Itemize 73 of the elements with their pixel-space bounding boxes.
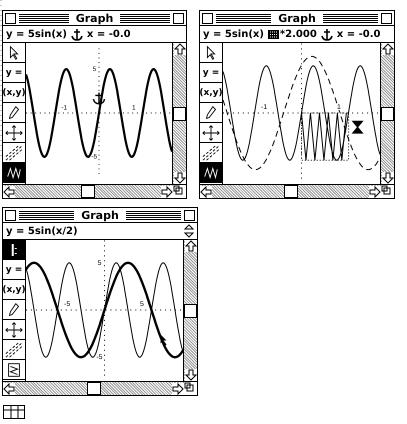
left-arrow-icon[interactable]: [200, 186, 212, 198]
close-box[interactable]: [5, 12, 16, 24]
tool-button[interactable]: [200, 103, 222, 123]
tool-button[interactable]: [3, 123, 25, 143]
coordinate-readout: x = -0.0: [86, 28, 131, 40]
move-axes-icon: [3, 124, 25, 142]
close-box[interactable]: [5, 210, 16, 220]
tool-button[interactable]: [3, 340, 25, 360]
up-arrow-icon[interactable]: [382, 43, 394, 55]
scale-readout: *2.000: [280, 28, 317, 40]
cursor-icon: [10, 242, 18, 256]
tool-button[interactable]: [200, 43, 222, 63]
tool-button[interactable]: [3, 360, 25, 380]
move-axes-icon: [3, 320, 25, 338]
scroll-thumb[interactable]: [381, 106, 394, 120]
formula-text: y = 5sin(x): [203, 28, 264, 40]
scroll-thumb[interactable]: [86, 382, 100, 395]
scroll-thumb[interactable]: [184, 304, 197, 318]
title-stripes: [120, 14, 170, 22]
pointer-icon: [160, 334, 167, 346]
tool-button[interactable]: [200, 123, 222, 143]
title-stripes: [19, 14, 69, 22]
coordinate-readout: x = -0.0: [336, 28, 380, 40]
zoom-box[interactable]: [381, 12, 392, 24]
zoom-box[interactable]: [184, 210, 195, 220]
tool-button[interactable]: [3, 163, 25, 183]
window-title: Graph: [74, 12, 114, 24]
tool-button[interactable]: [3, 300, 25, 320]
vertical-scrollbar[interactable]: [380, 43, 394, 184]
up-arrow-icon[interactable]: [174, 43, 186, 55]
title-stripes: [19, 210, 74, 220]
window-title: Graph: [277, 12, 317, 24]
move-axes-icon: [200, 124, 222, 142]
zoom-lines-icon: [3, 340, 25, 358]
down-arrow-icon[interactable]: [382, 172, 394, 184]
tool-button[interactable]: [3, 320, 25, 340]
title-stripes: [126, 210, 181, 220]
down-arrow-icon[interactable]: [184, 369, 196, 381]
tool-button[interactable]: [3, 143, 25, 163]
left-arrow-icon[interactable]: [3, 186, 15, 198]
right-arrow-icon[interactable]: [369, 186, 381, 198]
tool-button[interactable]: [3, 43, 25, 63]
scroll-thumb[interactable]: [81, 185, 95, 198]
vertical-scrollbar[interactable]: [183, 240, 197, 381]
title-stripes: [216, 14, 272, 22]
close-box[interactable]: [202, 12, 213, 24]
tool-button[interactable]: [200, 143, 222, 163]
right-arrow-icon[interactable]: [161, 186, 173, 198]
scroll-thumb[interactable]: [284, 185, 298, 198]
formula-text: y = 5sin(x): [6, 28, 67, 40]
horizontal-scrollbar[interactable]: [3, 382, 184, 395]
scroll-arrows-icon[interactable]: [184, 224, 194, 238]
left-arrow-icon[interactable]: [3, 382, 15, 394]
horizontal-scrollbar[interactable]: [200, 185, 381, 198]
grid-icon: [3, 405, 25, 419]
horizontal-scrollbar[interactable]: [3, 185, 173, 198]
up-arrow-icon[interactable]: [184, 240, 196, 252]
zoom-lines-icon: [200, 144, 222, 162]
hourglass-cursor-icon: [352, 120, 364, 134]
right-arrow-icon[interactable]: [172, 382, 184, 394]
scale-icon: [268, 30, 279, 38]
title-stripes: [322, 14, 378, 22]
zoom-box[interactable]: [173, 12, 184, 24]
tool-button[interactable]: [200, 163, 222, 183]
zoom-lines-icon: [3, 144, 25, 162]
tool-button[interactable]: [3, 103, 25, 123]
scroll-thumb[interactable]: [173, 106, 186, 120]
tool-button[interactable]: [3, 240, 25, 260]
down-arrow-icon[interactable]: [174, 172, 186, 184]
anchor-icon: [92, 92, 106, 104]
formula-text: y = 5sin(x/2): [6, 226, 78, 236]
vertical-scrollbar[interactable]: [172, 43, 186, 184]
window-title: Graph: [80, 208, 120, 222]
